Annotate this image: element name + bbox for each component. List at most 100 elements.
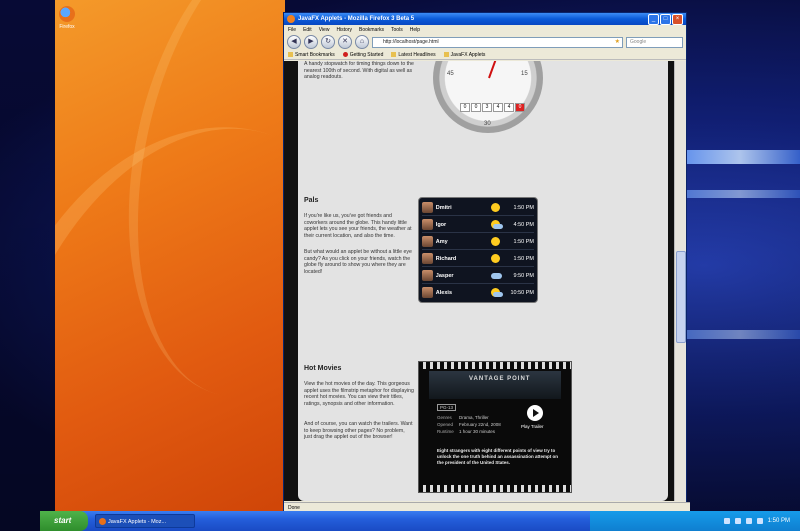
avatar — [422, 202, 433, 213]
tray-icon[interactable] — [734, 518, 741, 524]
readout-digit: 3 — [482, 103, 492, 112]
minimize-button[interactable]: _ — [648, 13, 659, 25]
tray-icon[interactable] — [723, 518, 730, 524]
maximize-button[interactable]: □ — [660, 13, 671, 25]
menu-file[interactable]: File — [288, 27, 296, 33]
rating-badge: PG-13 — [437, 404, 457, 411]
movies-description-2: And of course, you can watch the trailer… — [304, 421, 413, 441]
page-icon — [342, 52, 348, 57]
play-trailer-label[interactable]: Play Trailer — [521, 424, 544, 429]
pals-applet: Dmitri 1:50 PM Igor 4:50 PM Amy 1:50 PM — [418, 197, 538, 303]
play-trailer-icon[interactable] — [527, 405, 543, 421]
menu-tools[interactable]: Tools — [391, 27, 403, 33]
desktop-wallpaper — [55, 0, 285, 512]
bookmark-javafx-applets[interactable]: JavaFX Applets — [443, 52, 485, 58]
pal-row[interactable]: Alexis 10:50 PM — [422, 285, 534, 300]
window-title: JavaFX Applets - Mozilla Firefox 3 Beta … — [298, 16, 415, 22]
pal-time: 9:50 PM — [513, 272, 534, 279]
dial-number: 45 — [447, 71, 454, 77]
pal-name: Jasper — [435, 272, 454, 279]
background-light-streak — [680, 150, 800, 164]
stopwatch-applet[interactable]: 45 15 30 0 0 3 4 4 0 — [433, 61, 543, 133]
bookmark-latest-headlines[interactable]: Latest Headlines — [391, 52, 436, 58]
pal-time: 1:50 PM — [513, 238, 534, 245]
url-bar[interactable]: http://localhost/page.html ★ — [372, 36, 623, 48]
readout-digit: 4 — [493, 103, 503, 112]
search-input[interactable]: Google — [626, 36, 683, 48]
page-panel: A handy stopwatch for timing things down… — [298, 61, 668, 501]
genres-value: Drama, Thriller — [459, 415, 489, 420]
firefox-icon — [287, 15, 295, 23]
pal-name: Amy — [435, 238, 448, 245]
browser-window: JavaFX Applets - Mozilla Firefox 3 Beta … — [283, 12, 690, 514]
reload-icon[interactable]: ↻ — [321, 35, 335, 49]
bookmark-getting-started[interactable]: Getting Started — [342, 52, 383, 58]
movie-details: Genres Drama, Thriller Opened February 22n… — [437, 414, 501, 435]
dial-number: 15 — [521, 71, 528, 77]
pals-description-1: If you're like us, you've got friends an… — [304, 213, 412, 239]
avatar — [422, 236, 433, 247]
stop-icon[interactable]: ✕ — [338, 35, 352, 49]
pal-name: Dmitri — [435, 204, 452, 211]
title-bar[interactable]: JavaFX Applets - Mozilla Firefox 3 Beta … — [284, 13, 686, 25]
pals-description-2: But what would an applet be without a li… — [304, 249, 412, 275]
pal-time: 1:50 PM — [513, 255, 534, 262]
start-button[interactable]: start — [40, 511, 88, 531]
readout-digit: 0 — [515, 103, 525, 112]
avatar — [422, 270, 433, 281]
stopwatch-description: A handy stopwatch for timing things down… — [304, 61, 414, 81]
pal-name: Richard — [435, 255, 457, 262]
avatar — [422, 287, 433, 298]
readout-digit: 0 — [460, 103, 470, 112]
menu-bookmarks[interactable]: Bookmarks — [359, 27, 384, 33]
pal-row[interactable]: Jasper 9:50 PM — [422, 268, 534, 284]
menu-edit[interactable]: Edit — [303, 27, 312, 33]
home-icon[interactable]: ⌂ — [355, 35, 369, 49]
opened-value: February 22nd, 2008 — [459, 422, 501, 427]
tray-icon[interactable] — [745, 518, 752, 524]
hot-movies-applet[interactable]: VANTAGE POINT PG-13 Genres Drama, Thrille… — [418, 361, 572, 493]
movies-heading: Hot Movies — [304, 365, 342, 372]
menu-history[interactable]: History — [336, 27, 352, 33]
readout-digit: 4 — [504, 103, 514, 112]
menu-help[interactable]: Help — [410, 27, 420, 33]
menu-view[interactable]: View — [319, 27, 330, 33]
tray-icon[interactable] — [756, 518, 763, 524]
pal-row[interactable]: Igor 4:50 PM — [422, 217, 534, 233]
back-button[interactable]: ◀ — [287, 35, 301, 49]
film-strip-top — [419, 362, 571, 369]
partly-cloudy-weather-icon — [490, 287, 503, 298]
url-text: http://localhost/page.html — [383, 38, 439, 45]
forward-button[interactable]: ▶ — [304, 35, 318, 49]
pal-time: 1:50 PM — [513, 204, 534, 211]
movie-synopsis: Eight strangers with eight different poi… — [437, 448, 559, 465]
close-button[interactable]: × — [672, 13, 683, 25]
opened-label: Opened — [437, 422, 454, 427]
avatar — [422, 253, 433, 264]
runtime-label: Runtime — [437, 429, 454, 434]
movies-description-1: View the hot movies of the day. This gor… — [304, 381, 414, 407]
pal-row[interactable]: Richard 1:50 PM — [422, 251, 534, 267]
desktop-firefox-shortcut[interactable]: Firefox — [56, 6, 78, 30]
bookmark-smart-bookmarks[interactable]: Smart Bookmarks — [288, 52, 335, 58]
sunny-weather-icon — [490, 236, 502, 247]
vertical-scrollbar[interactable] — [674, 61, 686, 501]
pal-row[interactable]: Amy 1:50 PM — [422, 234, 534, 250]
pal-row[interactable]: Dmitri 1:50 PM — [422, 200, 534, 216]
scrollbar-thumb[interactable] — [676, 251, 686, 343]
system-tray: 1:50 PM — [590, 511, 800, 531]
page-content: A handy stopwatch for timing things down… — [284, 61, 686, 501]
avatar — [422, 219, 433, 230]
runtime-value: 1 hour 30 minutes — [459, 429, 496, 434]
taskbar-item-firefox[interactable]: JavaFX Applets - Moz... — [95, 514, 195, 528]
readout-digit: 0 — [471, 103, 481, 112]
poster-title: VANTAGE POINT — [469, 376, 531, 382]
tray-clock[interactable]: 1:50 PM — [768, 518, 790, 524]
sunny-weather-icon — [490, 253, 502, 264]
rss-icon — [391, 52, 397, 57]
background-light-streak — [680, 190, 800, 198]
firefox-icon — [59, 6, 75, 22]
pal-name: Alexis — [435, 289, 453, 296]
bookmark-star-icon[interactable]: ★ — [615, 38, 620, 47]
menu-bar: File Edit View History Bookmarks Tools H… — [284, 25, 686, 34]
